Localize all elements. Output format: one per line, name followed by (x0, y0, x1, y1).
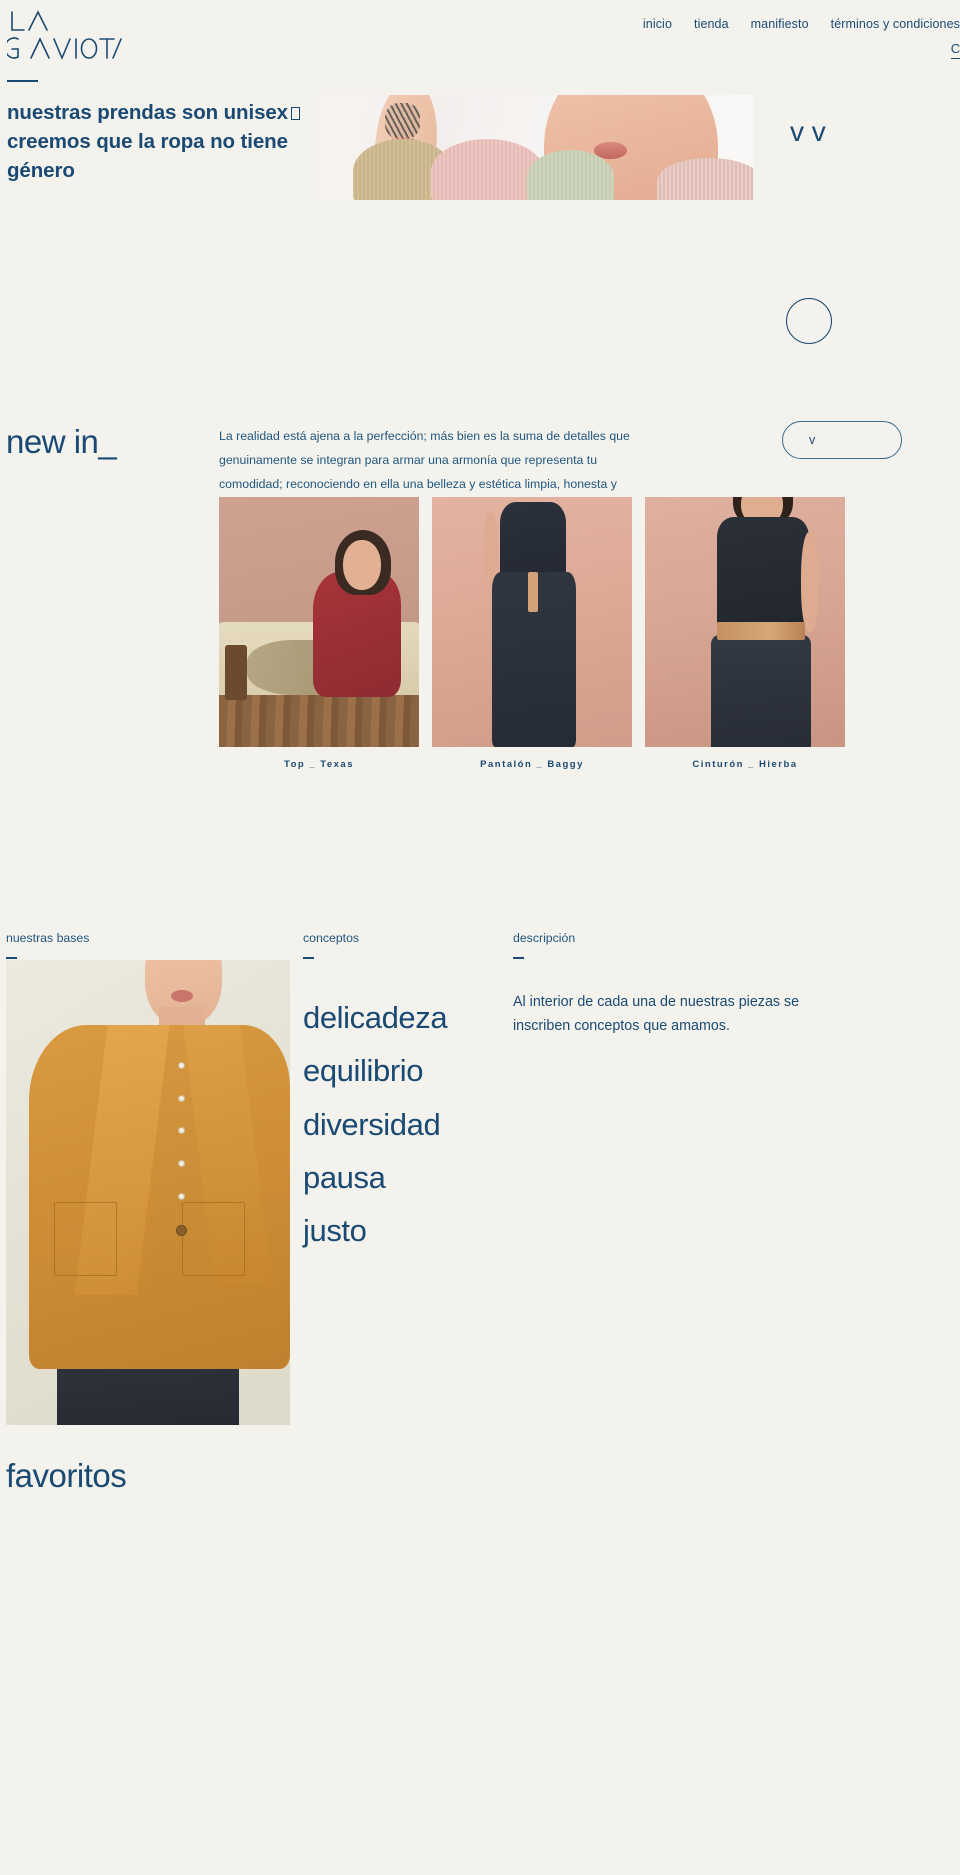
hero-section: nuestras prendas son unisex creemos que … (0, 78, 960, 408)
bases-dash-3 (513, 957, 524, 959)
hero-headline: nuestras prendas son unisex creemos que … (7, 98, 307, 185)
product-label: Top _ Texas (284, 759, 354, 770)
product-image-cinturon-hierba (645, 497, 845, 747)
bases-column-heading-2: conceptos (303, 931, 360, 945)
hero-divider-dash (7, 80, 38, 82)
nav-item-terminos-y-condiciones[interactable]: términos y condiciones (831, 17, 960, 31)
hero-circle-button[interactable] (786, 298, 832, 344)
product-card[interactable]: Cinturón _ Hierba (645, 497, 845, 770)
product-grid: Top _ Texas Pantalón _ Baggy Cinturón _ … (219, 497, 845, 770)
new-in-section: new in_ La realidad está ajena a la perf… (0, 408, 960, 913)
product-image-pantalon-baggy (432, 497, 632, 747)
hero-photo-knitwear (318, 95, 753, 200)
bases-column-heading-3: descripción (513, 931, 576, 945)
product-image-top-texas (219, 497, 419, 747)
hero-headline-part2: creemos que la ropa no tiene género (7, 130, 288, 183)
product-label: Pantalón _ Baggy (480, 759, 584, 770)
product-card[interactable]: Pantalón _ Baggy (432, 497, 632, 770)
site-header: inicio tienda manifiesto términos y cond… (0, 0, 960, 78)
bases-image (6, 960, 290, 1425)
hero-image (318, 95, 753, 200)
hero-side-text: v v (790, 116, 826, 147)
nav-item-tienda[interactable]: tienda (694, 17, 729, 31)
new-in-cta-button[interactable]: v (782, 421, 902, 459)
bases-section: nuestras bases conceptos descripción del… (0, 913, 960, 1494)
missing-glyph-icon (290, 107, 300, 120)
bases-dash-1 (6, 957, 17, 959)
bases-photo-ochre-jacket (6, 960, 290, 1425)
favoritos-title: favoritos (6, 1457, 127, 1494)
concept-item: pausa (303, 1159, 386, 1195)
concept-item: delicadeza (303, 1000, 448, 1035)
concepts-list: delicadeza equilibrio diversidad pausa j… (303, 991, 448, 1258)
nav-item-manifiesto[interactable]: manifiesto (751, 17, 809, 31)
product-card[interactable]: Top _ Texas (219, 497, 419, 770)
new-in-title: new in_ (6, 423, 117, 460)
bases-column-heading-1: nuestras bases (6, 931, 90, 945)
hero-tattoo-dark (385, 103, 421, 140)
concept-item: equilibrio (303, 1053, 424, 1089)
concept-item: diversidad (303, 1106, 441, 1142)
product-label: Cinturón _ Hierba (692, 759, 798, 770)
hero-headline-part1: nuestras prendas son unisex (7, 101, 288, 124)
hero-knit-sage (526, 149, 614, 200)
nav-item-inicio[interactable]: inicio (643, 17, 672, 31)
bases-description-text: Al interior de cada una de nuestras piez… (513, 994, 800, 1034)
locale-selector[interactable]: CL (950, 41, 960, 59)
main-navigation: inicio tienda manifiesto términos y cond… (643, 17, 960, 31)
concept-item: justo (303, 1213, 367, 1249)
brand-logo[interactable] (7, 8, 127, 64)
hero-knit-blush (657, 158, 753, 200)
la-gaviota-logomark (7, 10, 122, 61)
bases-dash-2 (303, 957, 314, 959)
